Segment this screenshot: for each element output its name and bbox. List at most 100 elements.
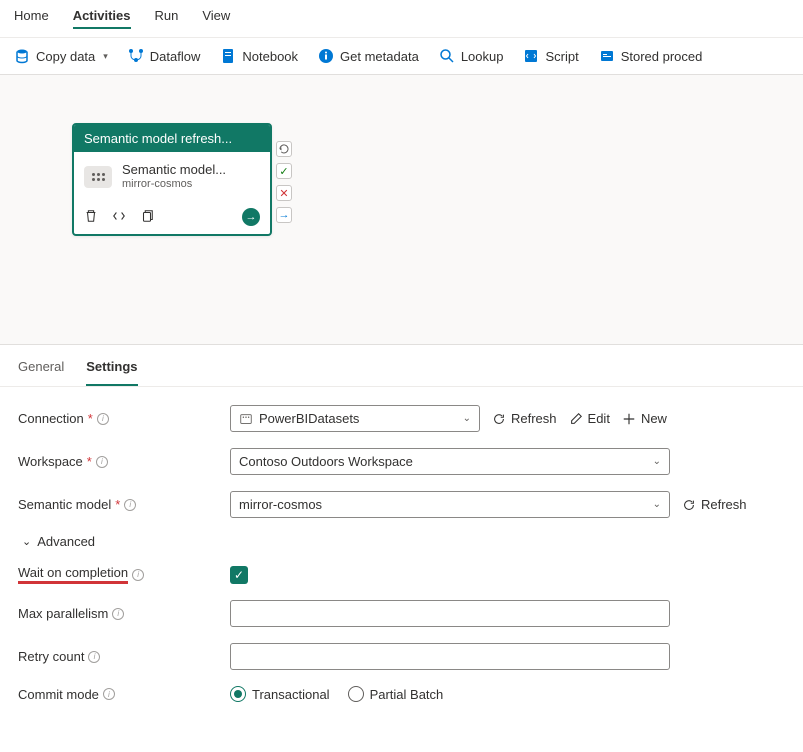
- field-semantic-model: Semantic model * i mirror-cosmos ⌄ Refre…: [18, 491, 785, 518]
- commit-mode-partial-batch[interactable]: Partial Batch: [348, 686, 444, 702]
- field-commit-mode: Commit mode i Transactional Partial Batc…: [18, 686, 785, 702]
- connection-dropdown[interactable]: PowerBIDatasets ⌄: [230, 405, 480, 432]
- required-marker: *: [88, 411, 93, 426]
- connector-handle-success[interactable]: ✓: [276, 163, 292, 179]
- radio-label-partial-batch: Partial Batch: [370, 687, 444, 702]
- ribbon-stored-procedure[interactable]: Stored proced: [599, 48, 703, 64]
- top-menu-bar: Home Activities Run View: [0, 0, 803, 38]
- activity-connector-handles: ✓ ✕ →: [276, 141, 292, 223]
- required-marker: *: [87, 454, 92, 469]
- ribbon-script-label: Script: [545, 49, 578, 64]
- info-icon[interactable]: i: [97, 413, 109, 425]
- ribbon-notebook-label: Notebook: [242, 49, 298, 64]
- connection-label: Connection: [18, 411, 84, 426]
- activity-body: Semantic model... mirror-cosmos: [74, 152, 270, 202]
- refresh-icon: [682, 498, 696, 512]
- semantic-model-value: mirror-cosmos: [239, 497, 322, 512]
- new-label: New: [641, 411, 667, 426]
- menu-view[interactable]: View: [202, 8, 230, 29]
- info-circle-icon: [318, 48, 334, 64]
- semantic-model-dropdown[interactable]: mirror-cosmos ⌄: [230, 491, 670, 518]
- activity-card[interactable]: Semantic model refresh... Semantic model…: [72, 123, 272, 236]
- ribbon-copy-data-label: Copy data: [36, 49, 95, 64]
- workspace-dropdown[interactable]: Contoso Outdoors Workspace ⌄: [230, 448, 670, 475]
- stored-procedure-icon: [599, 48, 615, 64]
- chevron-down-icon: ⌄: [653, 499, 661, 510]
- info-icon[interactable]: i: [124, 499, 136, 511]
- commit-mode-radio-group: Transactional Partial Batch: [230, 686, 443, 702]
- max-parallelism-input[interactable]: [230, 600, 670, 627]
- delete-icon[interactable]: [84, 209, 98, 226]
- copy-icon[interactable]: [140, 209, 154, 226]
- script-icon: [523, 48, 539, 64]
- database-icon: [14, 48, 30, 64]
- connection-new-button[interactable]: New: [622, 411, 667, 426]
- plus-icon: [622, 412, 636, 426]
- ribbon-lookup-label: Lookup: [461, 49, 504, 64]
- menu-activities[interactable]: Activities: [73, 8, 131, 29]
- refresh-label: Refresh: [701, 497, 747, 512]
- info-icon[interactable]: i: [88, 651, 100, 663]
- field-workspace: Workspace * i Contoso Outdoors Workspace…: [18, 448, 785, 475]
- connection-value: PowerBIDatasets: [259, 411, 359, 426]
- ribbon-toolbar: Copy data ▾ Dataflow Notebook Get metada…: [0, 38, 803, 75]
- ribbon-script[interactable]: Script: [523, 48, 578, 64]
- commit-mode-transactional[interactable]: Transactional: [230, 686, 330, 702]
- workspace-label: Workspace: [18, 454, 83, 469]
- chevron-down-icon: ⌄: [22, 535, 31, 548]
- pipeline-canvas[interactable]: Semantic model refresh... Semantic model…: [0, 75, 803, 345]
- field-wait-on-completion: Wait on completion i ✓: [18, 565, 785, 584]
- wait-on-completion-checkbox[interactable]: ✓: [230, 566, 248, 584]
- ribbon-get-metadata-label: Get metadata: [340, 49, 419, 64]
- advanced-label: Advanced: [37, 534, 95, 549]
- chevron-down-icon: ⌄: [463, 413, 471, 424]
- run-arrow-icon[interactable]: →: [242, 208, 260, 226]
- ribbon-stored-procedure-label: Stored proced: [621, 49, 703, 64]
- menu-run[interactable]: Run: [155, 8, 179, 29]
- field-max-parallelism: Max parallelism i: [18, 600, 785, 627]
- tab-settings[interactable]: Settings: [86, 359, 137, 386]
- code-view-icon[interactable]: [112, 209, 126, 226]
- field-retry-count: Retry count i: [18, 643, 785, 670]
- radio-label-transactional: Transactional: [252, 687, 330, 702]
- info-icon[interactable]: i: [132, 569, 144, 581]
- ribbon-get-metadata[interactable]: Get metadata: [318, 48, 419, 64]
- connection-refresh-button[interactable]: Refresh: [492, 411, 557, 426]
- retry-count-input[interactable]: [230, 643, 670, 670]
- connector-handle-completion[interactable]: →: [276, 207, 292, 223]
- connection-edit-button[interactable]: Edit: [569, 411, 610, 426]
- notebook-icon: [220, 48, 236, 64]
- tab-general[interactable]: General: [18, 359, 64, 386]
- info-icon[interactable]: i: [112, 608, 124, 620]
- connector-handle-skip[interactable]: [276, 141, 292, 157]
- ribbon-copy-data[interactable]: Copy data ▾: [14, 48, 108, 64]
- refresh-label: Refresh: [511, 411, 557, 426]
- radio-icon: [348, 686, 364, 702]
- activity-type-icon: [84, 166, 112, 188]
- refresh-icon: [492, 412, 506, 426]
- chevron-down-icon: ⌄: [653, 456, 661, 467]
- search-icon: [439, 48, 455, 64]
- retry-count-label: Retry count: [18, 649, 84, 664]
- advanced-section-toggle[interactable]: ⌄ Advanced: [18, 534, 785, 549]
- radio-icon: [230, 686, 246, 702]
- connector-handle-fail[interactable]: ✕: [276, 185, 292, 201]
- info-icon[interactable]: i: [103, 688, 115, 700]
- ribbon-notebook[interactable]: Notebook: [220, 48, 298, 64]
- settings-tabs: General Settings: [0, 345, 803, 387]
- semantic-model-refresh-button[interactable]: Refresh: [682, 497, 747, 512]
- activity-subtitle: mirror-cosmos: [122, 178, 226, 192]
- wait-on-completion-label: Wait on completion: [18, 565, 128, 584]
- ribbon-dataflow[interactable]: Dataflow: [128, 48, 201, 64]
- info-icon[interactable]: i: [96, 456, 108, 468]
- workspace-value: Contoso Outdoors Workspace: [239, 454, 413, 469]
- commit-mode-label: Commit mode: [18, 687, 99, 702]
- ribbon-lookup[interactable]: Lookup: [439, 48, 504, 64]
- required-marker: *: [115, 497, 120, 512]
- activity-header: Semantic model refresh...: [74, 125, 270, 152]
- ribbon-dataflow-label: Dataflow: [150, 49, 201, 64]
- menu-home[interactable]: Home: [14, 8, 49, 29]
- dataset-icon: [239, 412, 253, 426]
- settings-form: Connection * i PowerBIDatasets ⌄ Refresh…: [0, 387, 803, 720]
- edit-icon: [569, 412, 583, 426]
